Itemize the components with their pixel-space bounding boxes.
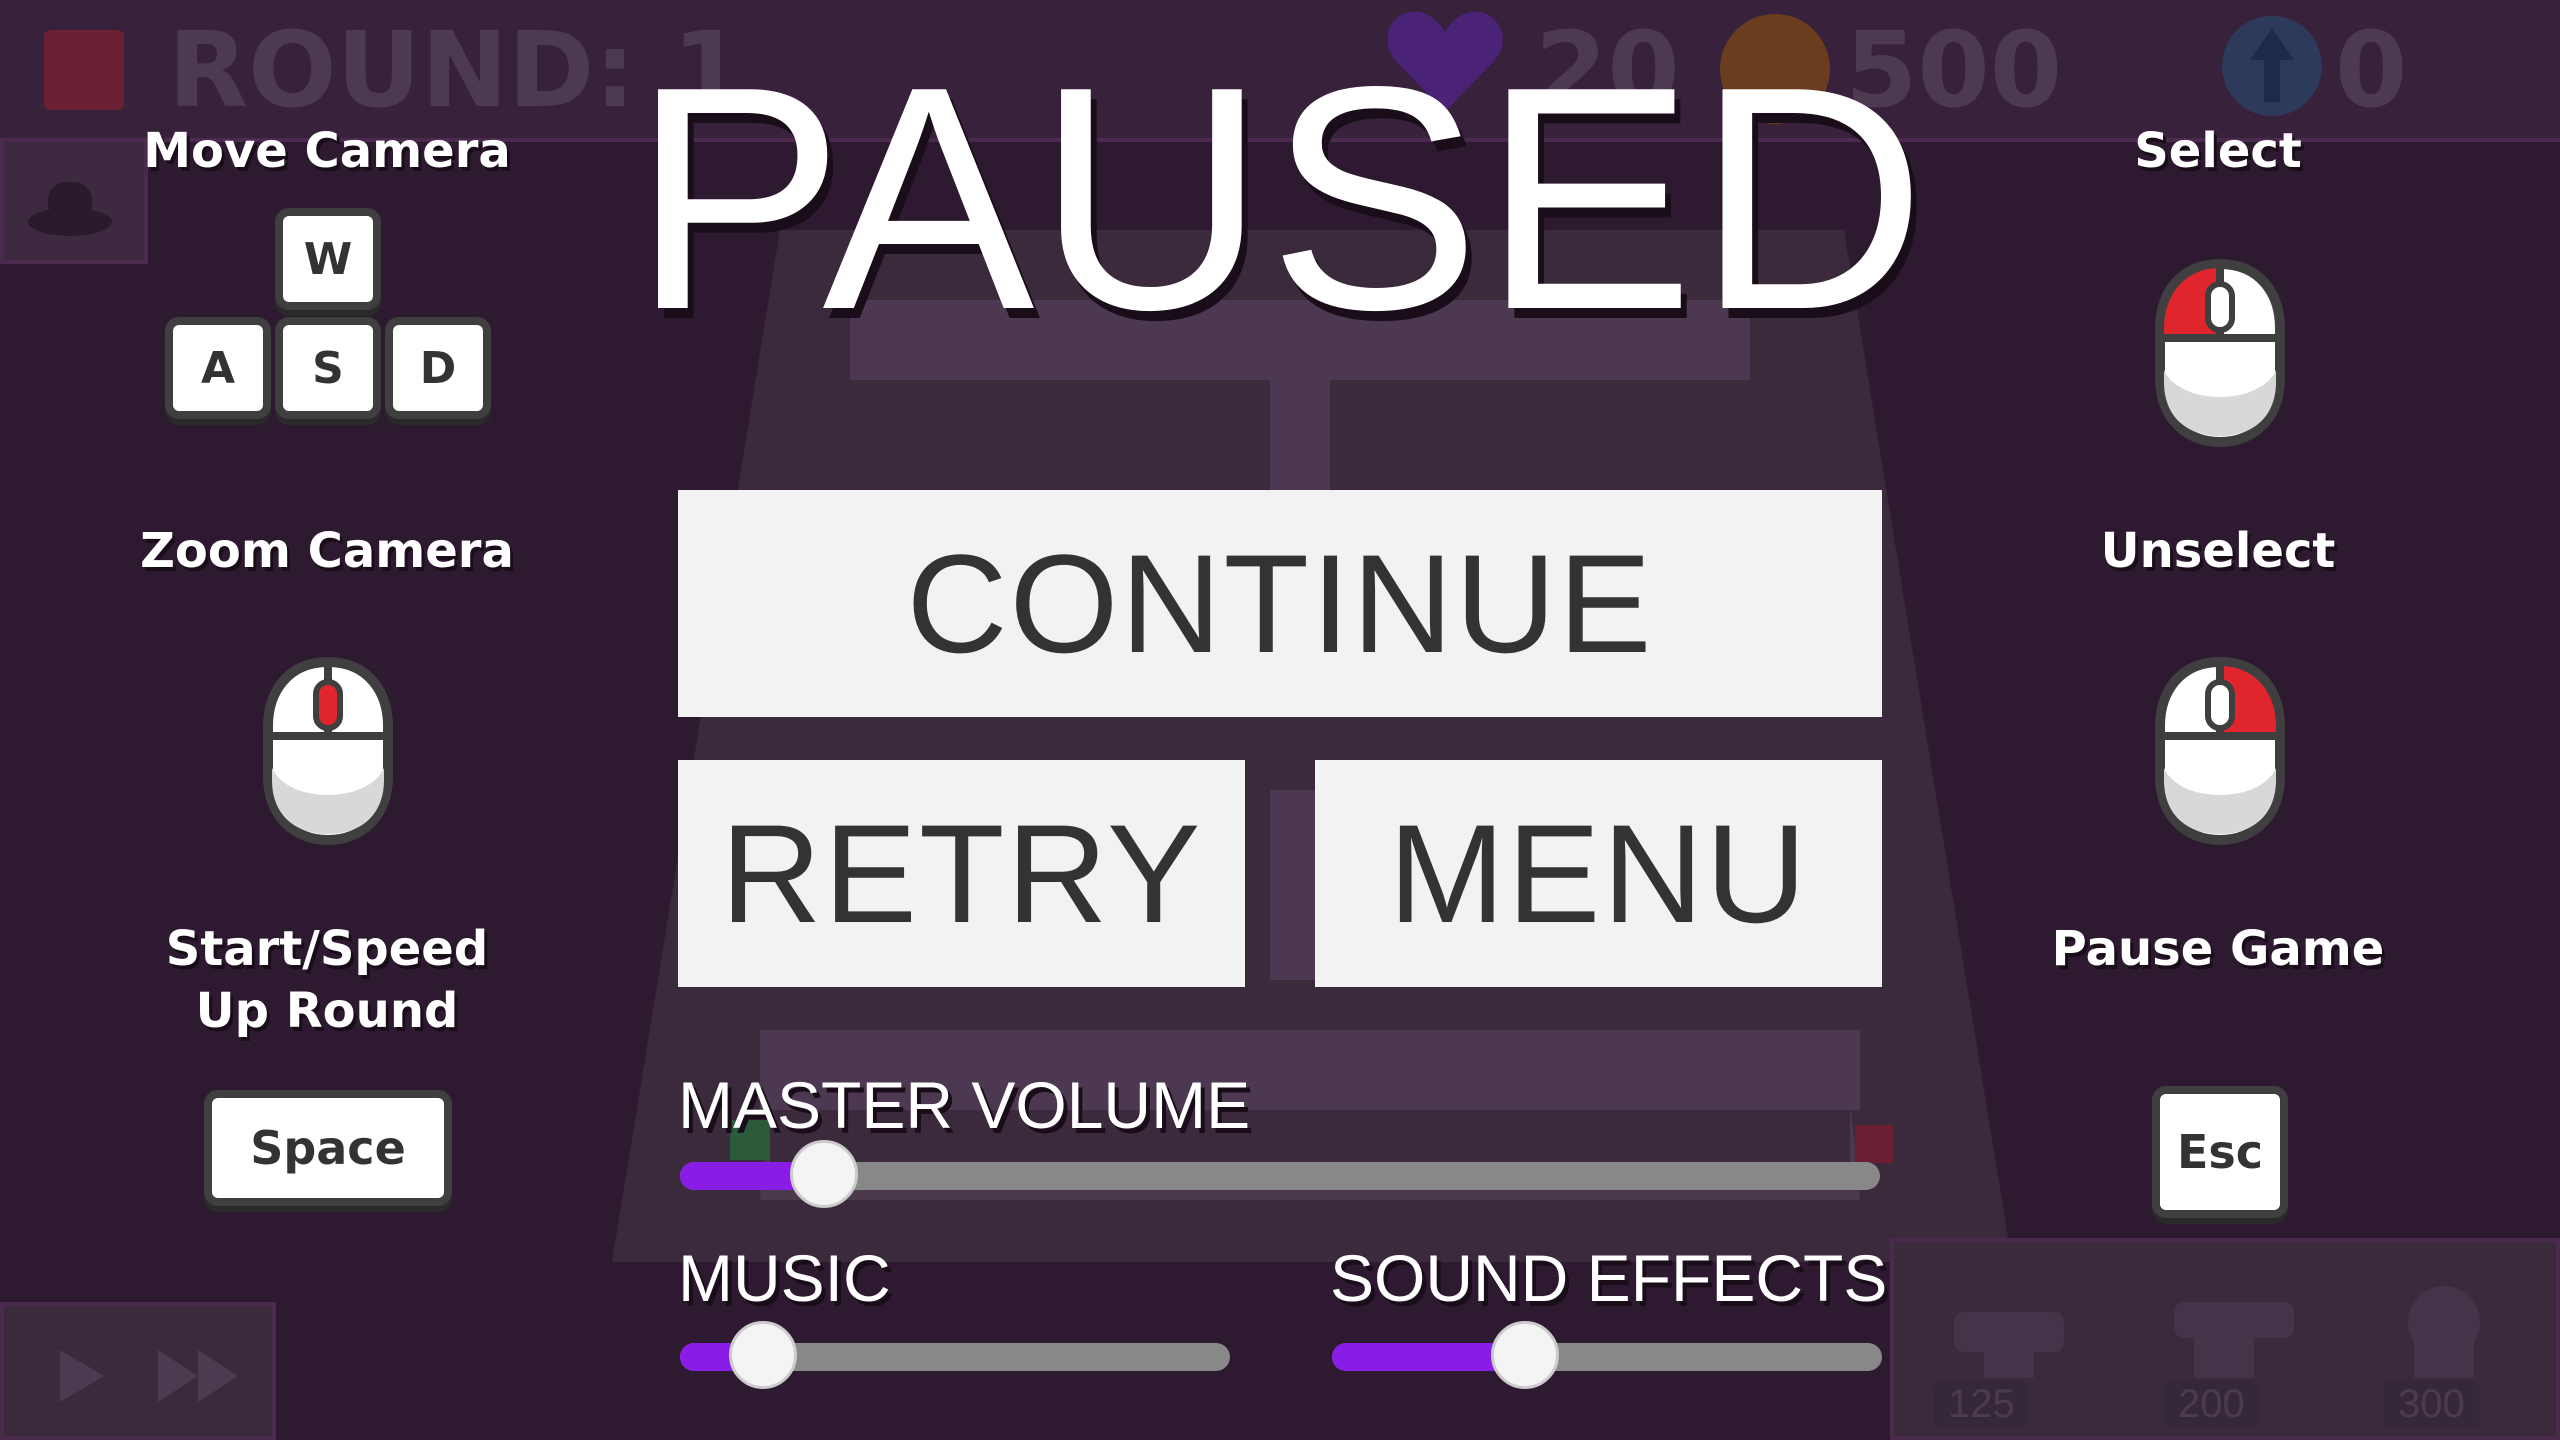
- select-label: Select: [2134, 123, 2302, 179]
- tower-price: 200: [2164, 1380, 2259, 1429]
- start-round-label-line2: Up Round: [195, 983, 459, 1039]
- master-volume-label: MASTER VOLUME: [678, 1068, 1251, 1142]
- mouse-right-click-icon: [2155, 656, 2285, 846]
- sound-effects-label: SOUND EFFECTS: [1330, 1241, 1888, 1315]
- tower-price: 300: [2384, 1380, 2479, 1429]
- zoom-camera-label: Zoom Camera: [140, 523, 514, 579]
- mouse-wheel-icon: [263, 656, 393, 846]
- speed-controls: [0, 1302, 276, 1440]
- play-icon[interactable]: [52, 1346, 112, 1406]
- map-end-tile: [1855, 1125, 1893, 1163]
- mouse-left-click-icon: [2155, 258, 2285, 448]
- menu-button[interactable]: MENU: [1315, 760, 1882, 987]
- pause-game-label: Pause Game: [2051, 921, 2385, 977]
- tower-icon[interactable]: [2154, 1272, 2304, 1382]
- fast-forward-icon[interactable]: [154, 1346, 244, 1406]
- master-volume-slider[interactable]: [680, 1140, 1880, 1208]
- retry-button[interactable]: RETRY: [678, 760, 1245, 987]
- key-space: Space: [212, 1098, 444, 1198]
- key-d: D: [393, 325, 483, 411]
- start-round-label-line1: Start/Speed: [165, 921, 489, 977]
- tower-price: 125: [1934, 1380, 2029, 1429]
- tower-shop: 125 200 300: [1890, 1238, 2560, 1440]
- unselect-label: Unselect: [2100, 523, 2336, 579]
- slider-thumb[interactable]: [1490, 1321, 1559, 1389]
- slider-thumb[interactable]: [790, 1140, 858, 1208]
- key-esc: Esc: [2160, 1094, 2280, 1210]
- music-slider[interactable]: [680, 1321, 1230, 1389]
- key-a: A: [173, 325, 263, 411]
- tower-icon[interactable]: [1934, 1272, 2084, 1382]
- continue-button[interactable]: CONTINUE: [678, 490, 1882, 717]
- sound-effects-slider[interactable]: [1332, 1321, 1882, 1389]
- key-w: W: [283, 216, 373, 302]
- key-s: S: [283, 325, 373, 411]
- move-camera-label: Move Camera: [143, 123, 511, 179]
- slider-thumb[interactable]: [728, 1321, 797, 1389]
- map-path-segment: [1270, 380, 1330, 490]
- tower-icon[interactable]: [2374, 1272, 2524, 1382]
- music-label: MUSIC: [678, 1241, 891, 1315]
